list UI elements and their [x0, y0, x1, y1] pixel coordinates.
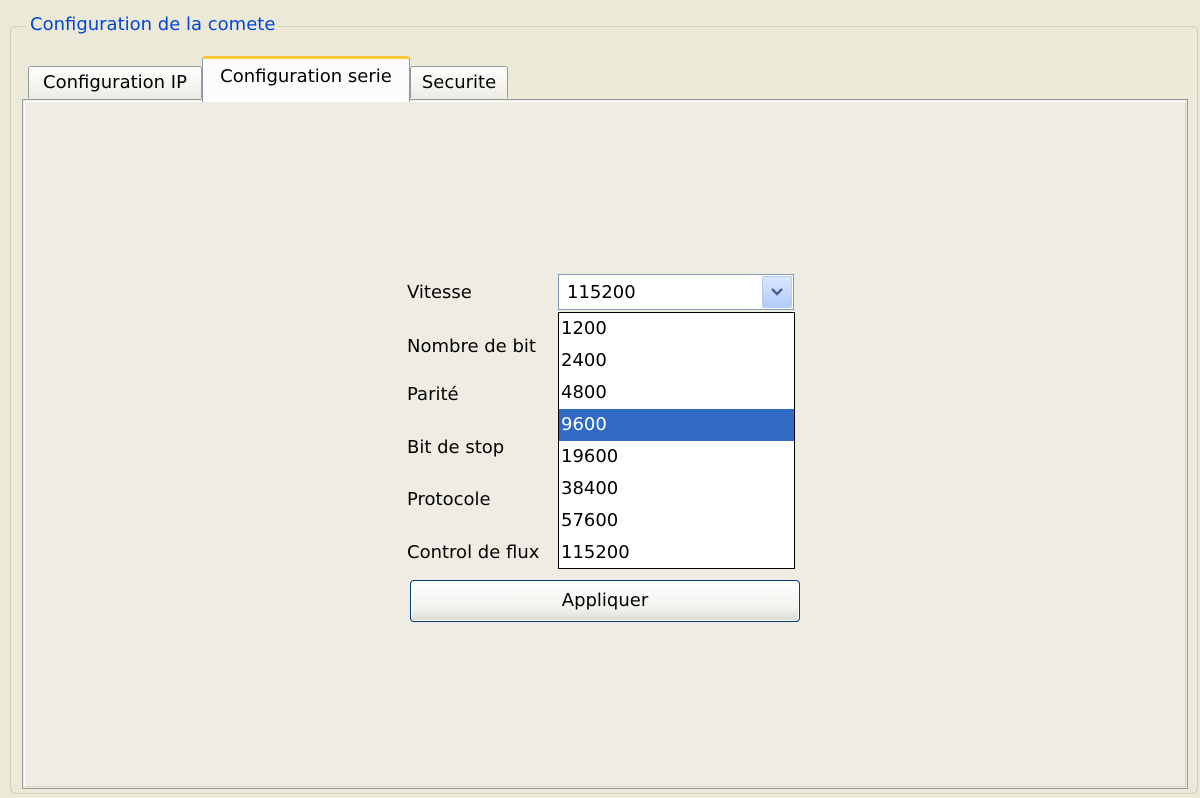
speed-option[interactable]: 19600	[559, 441, 794, 473]
tab-ip-config[interactable]: Configuration IP	[28, 66, 202, 98]
speed-combobox[interactable]: 115200	[558, 274, 794, 310]
flow-control-label: Control de flux	[407, 542, 540, 563]
bits-label: Nombre de bit	[407, 336, 536, 357]
tab-security[interactable]: Securite	[410, 66, 508, 98]
dropdown-button[interactable]	[762, 276, 792, 308]
speed-option[interactable]: 2400	[559, 345, 794, 377]
speed-label: Vitesse	[407, 282, 472, 303]
speed-selected-value: 115200	[567, 282, 636, 303]
groupbox-title: Configuration de la comete	[26, 14, 280, 36]
protocol-label: Protocole	[407, 489, 491, 510]
tab-serial-config[interactable]: Configuration serie	[202, 56, 410, 102]
speed-option[interactable]: 4800	[559, 377, 794, 409]
apply-button[interactable]: Appliquer	[410, 580, 800, 622]
speed-option[interactable]: 115200	[559, 537, 794, 569]
stop-bit-label: Bit de stop	[407, 437, 505, 458]
chevron-down-icon	[771, 288, 783, 296]
parity-label: Parité	[407, 384, 459, 405]
speed-option[interactable]: 38400	[559, 473, 794, 505]
speed-option[interactable]: 1200	[559, 313, 794, 345]
speed-option[interactable]: 57600	[559, 505, 794, 537]
speed-option[interactable]: 9600	[559, 409, 794, 441]
speed-dropdown-list: 1200 2400 4800 9600 19600 38400 57600 115200	[558, 312, 795, 569]
